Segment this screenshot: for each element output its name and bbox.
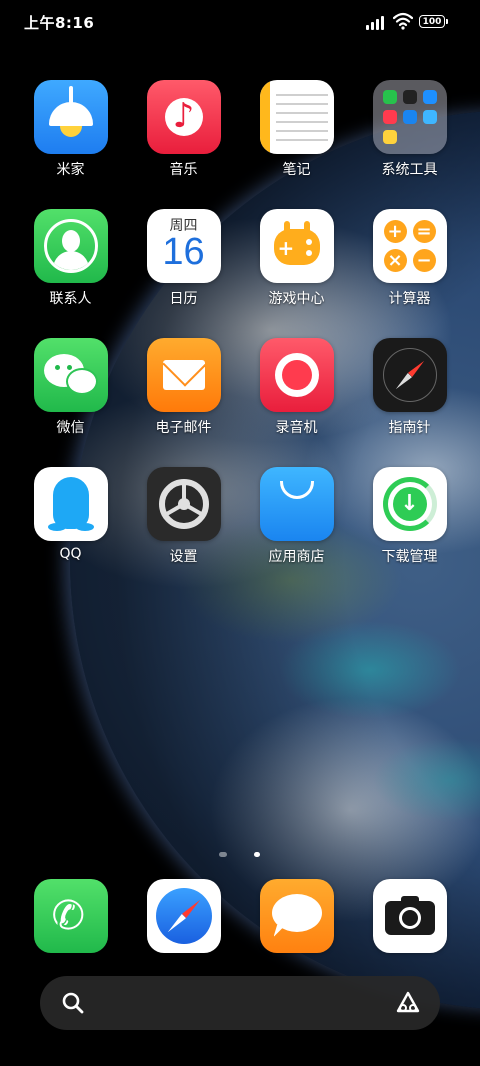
phone-icon: ✆ [33,879,108,953]
contacts-person-icon [33,209,108,283]
app-label: 录音机 [275,420,318,436]
page-dot-1 [219,852,227,857]
app-label: 游戏中心 [268,291,325,307]
dock-messages[interactable] [240,879,353,953]
record-icon [259,338,334,412]
gamepad-icon: + [259,209,334,283]
app-label: 系统工具 [381,162,438,178]
qq-penguin-icon [33,467,108,541]
music-note-icon: ♪ [146,80,221,154]
wifi-icon [393,12,413,30]
wechat-bubbles-icon [33,338,108,412]
camera-icon [372,879,447,953]
app-store[interactable]: 应用商店 [240,467,353,566]
messages-icon [259,879,334,953]
app-recorder[interactable]: 录音机 [240,338,353,437]
app-label: 联系人 [49,291,92,307]
app-label: 指南针 [388,420,431,436]
browser-compass-icon [146,879,221,953]
search-icon [62,992,84,1014]
battery-icon: 100 [419,15,448,28]
app-qq[interactable]: QQ [14,467,127,562]
search-input[interactable] [96,986,380,1022]
dock-camera[interactable] [353,879,466,953]
compass-icon [372,338,447,412]
cellular-signal-icon [366,14,388,30]
app-compass[interactable]: 指南针 [353,338,466,437]
dock-phone[interactable]: ✆ [14,879,127,953]
app-email[interactable]: 电子邮件 [127,338,240,437]
status-bar: 上午8:16 100 [0,0,480,44]
app-contacts[interactable]: 联系人 [14,209,127,308]
app-mijia[interactable]: 米家 [14,80,127,179]
app-label: 计算器 [388,291,431,307]
page-dot-2 [254,852,260,857]
app-settings[interactable]: 设置 [127,467,240,566]
search-bar[interactable] [40,976,440,1030]
app-game-center[interactable]: + 游戏中心 [240,209,353,308]
app-calculator[interactable]: + = × − 计算器 [353,209,466,308]
app-label: 米家 [56,162,85,178]
app-label: 微信 [56,420,85,436]
folder-icon [372,80,447,154]
app-label: 音乐 [169,162,198,178]
calculator-icon: + = × − [372,209,447,283]
shopping-bag-icon [259,467,334,541]
app-downloads[interactable]: ↓ 下载管理 [353,467,466,566]
app-label: 日历 [169,291,198,307]
notes-icon [259,80,334,154]
app-label: 设置 [169,549,198,565]
settings-wheel-icon [146,467,221,541]
mijia-lamp-icon [33,80,108,154]
app-label: 下载管理 [381,549,438,565]
envelope-icon [146,338,221,412]
app-label: 笔记 [282,162,311,178]
app-label: 应用商店 [268,549,325,565]
app-music[interactable]: ♪ 音乐 [127,80,240,179]
app-label: QQ [59,546,82,562]
download-icon: ↓ [372,467,447,541]
calendar-icon: 周四 16 [146,209,221,283]
dock-browser[interactable] [127,879,240,953]
ai-lens-icon[interactable] [394,989,422,1017]
app-label: 电子邮件 [155,420,212,436]
app-calendar[interactable]: 周四 16 日历 [127,209,240,308]
status-time: 上午8:16 [24,14,95,32]
app-notes[interactable]: 笔记 [240,80,353,179]
folder-system-tools[interactable]: 系统工具 [353,80,466,179]
app-wechat[interactable]: 微信 [14,338,127,437]
